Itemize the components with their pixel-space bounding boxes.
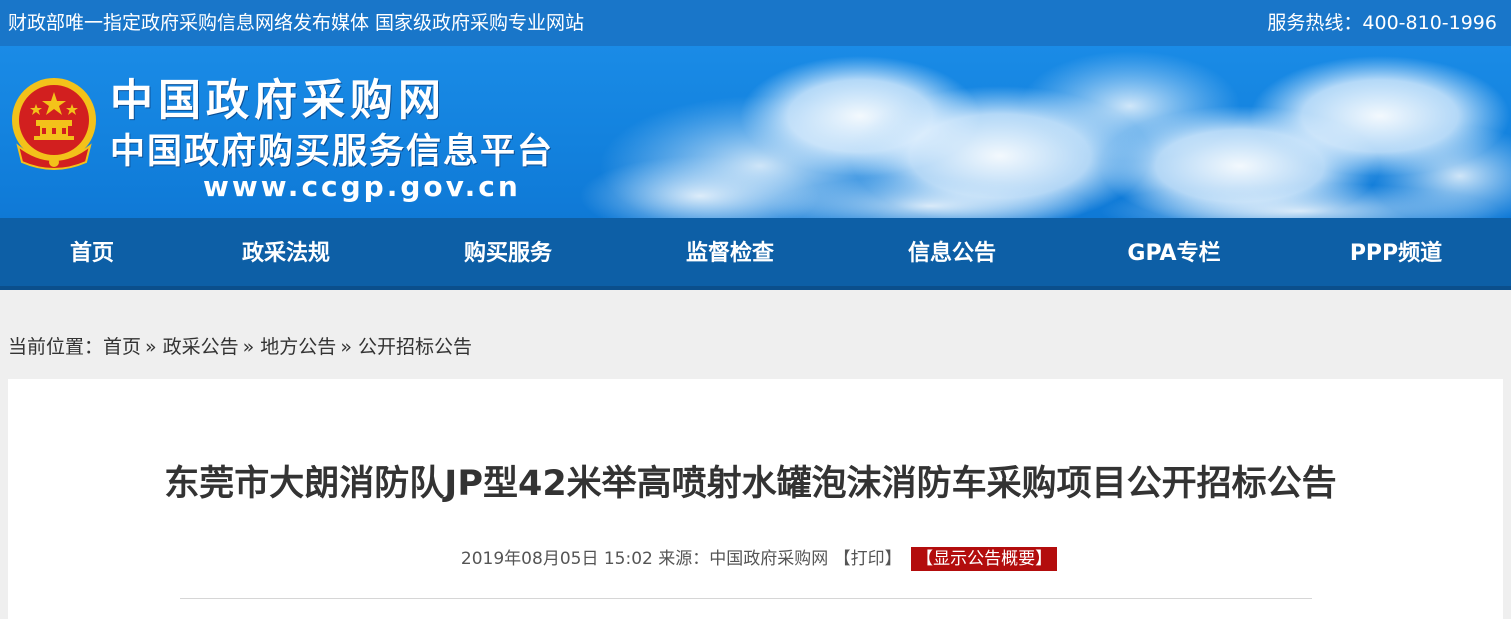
article-meta: 2019年08月05日 15:02 来源：中国政府采购网 【打印】 【显示公告概… <box>8 546 1510 572</box>
site-subtitle: 中国政府购买服务信息平台 <box>110 132 555 172</box>
breadcrumb-gov-announcements[interactable]: 政采公告 <box>163 336 239 358</box>
breadcrumb-local-announcements[interactable]: 地方公告 <box>260 336 336 358</box>
site-title: 中国政府采购网 <box>110 76 446 126</box>
source-label: 来源： <box>658 549 710 569</box>
site-slogan: 财政部唯一指定政府采购信息网络发布媒体 国家级政府采购专业网站 <box>8 12 585 34</box>
breadcrumb-separator: » <box>340 336 352 358</box>
title-divider <box>180 598 1312 599</box>
article-panel: 东莞市大朗消防队JP型42米举高喷射水罐泡沫消防车采购项目公开招标公告 2019… <box>8 379 1503 619</box>
nav-item-home[interactable]: 首页 <box>22 218 162 290</box>
top-info-bar: 财政部唯一指定政府采购信息网络发布媒体 国家级政府采购专业网站 服务热线：400… <box>0 0 1511 46</box>
print-button[interactable]: 【打印】 <box>834 549 902 569</box>
service-hotline: 服务热线：400-810-1996 <box>1267 12 1497 34</box>
breadcrumb-separator: » <box>242 336 255 358</box>
publish-date: 2019年08月05日 15:02 <box>460 549 653 569</box>
nav-item-gpa[interactable]: GPA专栏 <box>1104 218 1244 290</box>
nav-item-purchase-services[interactable]: 购买服务 <box>438 218 578 290</box>
nav-item-announcements[interactable]: 信息公告 <box>882 218 1022 290</box>
show-summary-button[interactable]: 【显示公告概要】 <box>911 547 1058 571</box>
source-link[interactable]: 中国政府采购网 <box>709 549 828 569</box>
breadcrumb-prefix: 当前位置： <box>8 336 104 358</box>
breadcrumb-home[interactable]: 首页 <box>103 336 141 358</box>
site-url: www.ccgp.gov.cn <box>203 170 521 203</box>
national-emblem-icon <box>12 78 96 170</box>
breadcrumb-separator: » <box>145 336 157 358</box>
breadcrumb: 当前位置：首页» 政采公告» 地方公告» 公开招标公告 <box>8 333 472 361</box>
breadcrumb-open-tender[interactable]: 公开招标公告 <box>358 336 472 358</box>
nav-item-regulations[interactable]: 政采法规 <box>216 218 356 290</box>
site-banner: 中国政府采购网 中国政府购买服务信息平台 www.ccgp.gov.cn <box>0 46 1511 218</box>
nav-item-supervision[interactable]: 监督检查 <box>660 218 800 290</box>
main-nav: 首页 政采法规 购买服务 监督检查 信息公告 GPA专栏 PPP频道 <box>0 218 1511 290</box>
article-title: 东莞市大朗消防队JP型42米举高喷射水罐泡沫消防车采购项目公开招标公告 <box>164 464 1337 504</box>
nav-item-ppp[interactable]: PPP频道 <box>1326 218 1466 290</box>
